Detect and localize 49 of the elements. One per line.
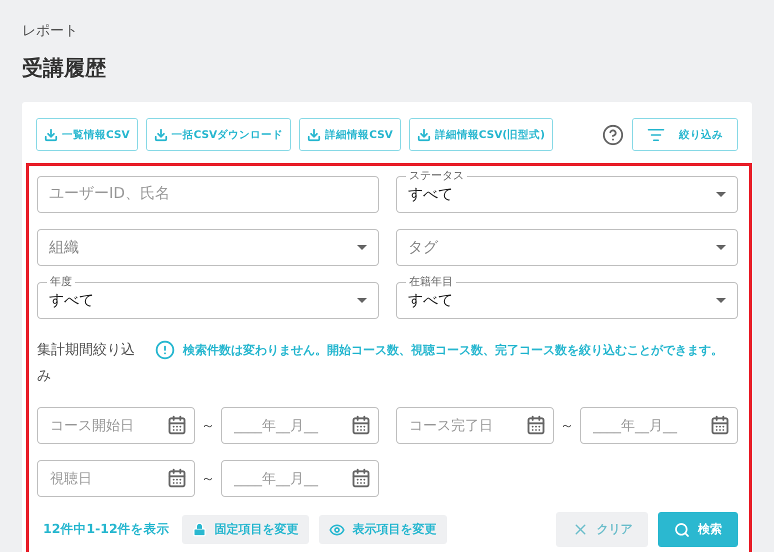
csv-download-button[interactable]: 詳細情報CSV [299, 118, 401, 151]
download-icon [307, 128, 322, 142]
dropdown-caret-icon [357, 245, 367, 250]
search-icon [674, 522, 690, 538]
select-field[interactable]: 年度 すべて [37, 275, 379, 319]
csv-download-button[interactable]: 詳細情報CSV(旧型式) [408, 118, 553, 151]
range-separator: ～ [201, 416, 215, 434]
dropdown-caret-icon [716, 298, 726, 303]
date-field[interactable]: コース完了日 [396, 407, 554, 444]
search-field[interactable]: ユーザーID、氏名 [37, 169, 379, 213]
page-title: 受講履歴 [22, 55, 107, 82]
date-field[interactable]: 視聴日 [37, 460, 195, 497]
download-icon [154, 128, 168, 142]
info-icon [155, 340, 175, 360]
range-separator: ～ [560, 416, 574, 434]
calendar-icon [710, 415, 730, 435]
csv-download-button[interactable]: 一覧情報CSV [36, 118, 138, 151]
eye-icon [328, 522, 345, 538]
csv-download-button[interactable]: 一括CSVダウンロード [146, 118, 292, 151]
period-note: 検索件数は変わりません。開始コース数、視聴コース数、完了コース数を絞り込むことができます。 [183, 342, 724, 359]
dropdown-caret-icon [716, 192, 726, 197]
download-icon [44, 128, 58, 142]
date-field[interactable]: ____年__月__ [580, 407, 738, 444]
lock-icon [192, 522, 207, 537]
select-field[interactable]: ステータス すべて [396, 169, 738, 213]
display-items-button[interactable]: 表示項目を変更 [318, 515, 447, 544]
help-icon[interactable] [602, 124, 624, 146]
download-icon [416, 128, 431, 142]
select-field[interactable]: 在籍年目 すべて [396, 275, 738, 319]
calendar-icon [351, 415, 371, 435]
dropdown-caret-icon [716, 245, 726, 250]
filter-button[interactable]: 絞り込み [632, 118, 738, 151]
period-filter-label: 集計期間絞り込み [37, 341, 136, 386]
calendar-icon [526, 415, 546, 435]
result-count: 12件中1-12件を表示 [43, 521, 170, 538]
calendar-icon [167, 415, 187, 435]
clear-button[interactable]: クリア [556, 512, 648, 547]
date-field[interactable]: ____年__月__ [221, 460, 379, 497]
date-field[interactable]: ____年__月__ [221, 407, 379, 444]
dropdown-caret-icon [357, 298, 367, 303]
breadcrumb: レポート [22, 22, 79, 40]
fixed-items-button[interactable]: 固定項目を変更 [182, 515, 309, 544]
calendar-icon [167, 468, 187, 488]
calendar-icon [351, 468, 371, 488]
date-field[interactable]: コース開始日 [37, 407, 195, 444]
search-button[interactable]: 検索 [658, 512, 738, 547]
range-separator: ～ [201, 470, 215, 488]
select-field[interactable]: タグ [396, 222, 738, 266]
select-field[interactable]: 組織 [37, 222, 379, 266]
